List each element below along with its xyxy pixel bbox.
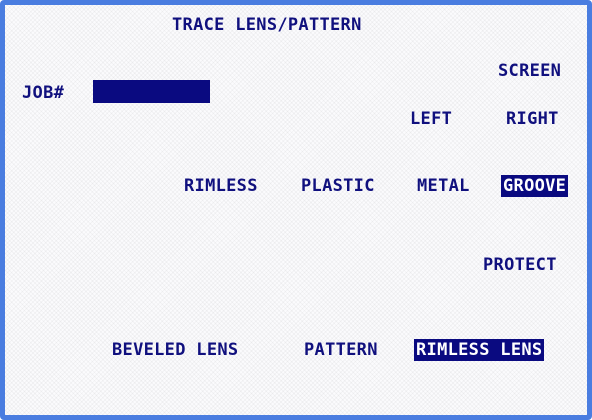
protect-option[interactable]: PROTECT (483, 254, 557, 276)
frame-option-plastic[interactable]: PLASTIC (301, 175, 375, 197)
frame-option-rimless[interactable]: RIMLESS (184, 175, 258, 197)
terminal-screen: TRACE LENS/PATTERN JOB# SCREEN LEFT RIGH… (0, 0, 592, 420)
trace-option-rimless-lens[interactable]: RIMLESS LENS (414, 339, 545, 361)
job-number-field[interactable] (93, 80, 210, 103)
frame-option-metal[interactable]: METAL (417, 175, 470, 197)
side-option-right[interactable]: RIGHT (506, 108, 559, 130)
frame-option-groove[interactable]: GROOVE (501, 175, 569, 197)
screen-label: SCREEN (498, 61, 562, 81)
trace-option-pattern[interactable]: PATTERN (304, 339, 378, 361)
page-title: TRACE LENS/PATTERN (172, 15, 362, 35)
side-option-left[interactable]: LEFT (410, 108, 452, 130)
job-label: JOB# (22, 83, 65, 103)
trace-option-beveled-lens[interactable]: BEVELED LENS (112, 339, 238, 361)
